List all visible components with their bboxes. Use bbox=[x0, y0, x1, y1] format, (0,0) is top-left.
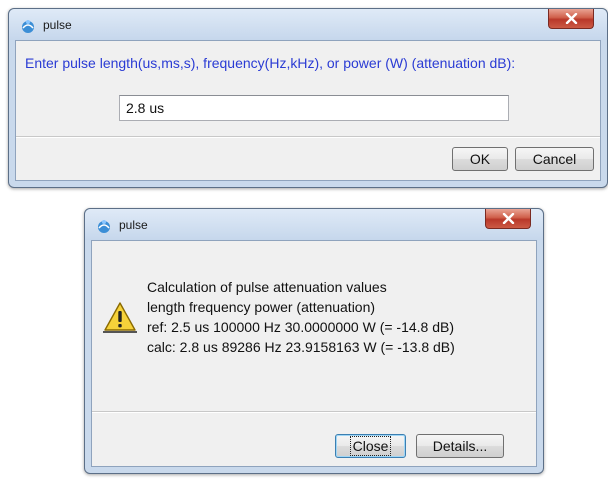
close-button-label: Close bbox=[349, 436, 392, 456]
message-line: calc: 2.8 us 89286 Hz 23.9158163 W (= -1… bbox=[147, 339, 455, 355]
window-title: pulse bbox=[43, 18, 72, 32]
pulse-app-icon bbox=[22, 20, 34, 33]
separator bbox=[16, 136, 600, 138]
cancel-button-label: Cancel bbox=[532, 151, 577, 167]
details-button-label: Details... bbox=[432, 438, 488, 454]
details-button[interactable]: Details... bbox=[416, 434, 504, 458]
result-dialog-window: pulse Calculation of pulse attenuation v… bbox=[84, 208, 544, 474]
window-close-button[interactable] bbox=[548, 9, 594, 29]
close-icon bbox=[502, 213, 515, 224]
warning-icon bbox=[103, 302, 137, 333]
input-dialog-body: Enter pulse length(us,ms,s), frequency(H… bbox=[15, 40, 601, 181]
message-line: length frequency power (attenuation) bbox=[147, 299, 376, 315]
ok-button[interactable]: OK bbox=[452, 147, 508, 171]
separator bbox=[92, 411, 536, 413]
cancel-button[interactable]: Cancel bbox=[515, 147, 594, 171]
title-bar[interactable]: pulse bbox=[85, 209, 543, 240]
close-button[interactable]: Close bbox=[335, 434, 406, 458]
input-dialog-window: pulse Enter pulse length(us,ms,s), frequ… bbox=[8, 8, 608, 188]
pulse-value-input[interactable] bbox=[119, 95, 509, 121]
window-title: pulse bbox=[119, 218, 148, 232]
close-icon bbox=[565, 13, 578, 24]
result-dialog-body: Calculation of pulse attenuation values … bbox=[91, 240, 537, 467]
pulse-app-icon bbox=[98, 220, 110, 233]
message-line: Calculation of pulse attenuation values bbox=[147, 279, 387, 295]
message-line: ref: 2.5 us 100000 Hz 30.0000000 W (= -1… bbox=[147, 319, 455, 335]
title-bar[interactable]: pulse bbox=[9, 9, 607, 40]
prompt-label: Enter pulse length(us,ms,s), frequency(H… bbox=[25, 55, 516, 71]
ok-button-label: OK bbox=[469, 151, 491, 167]
window-close-button[interactable] bbox=[485, 209, 531, 229]
